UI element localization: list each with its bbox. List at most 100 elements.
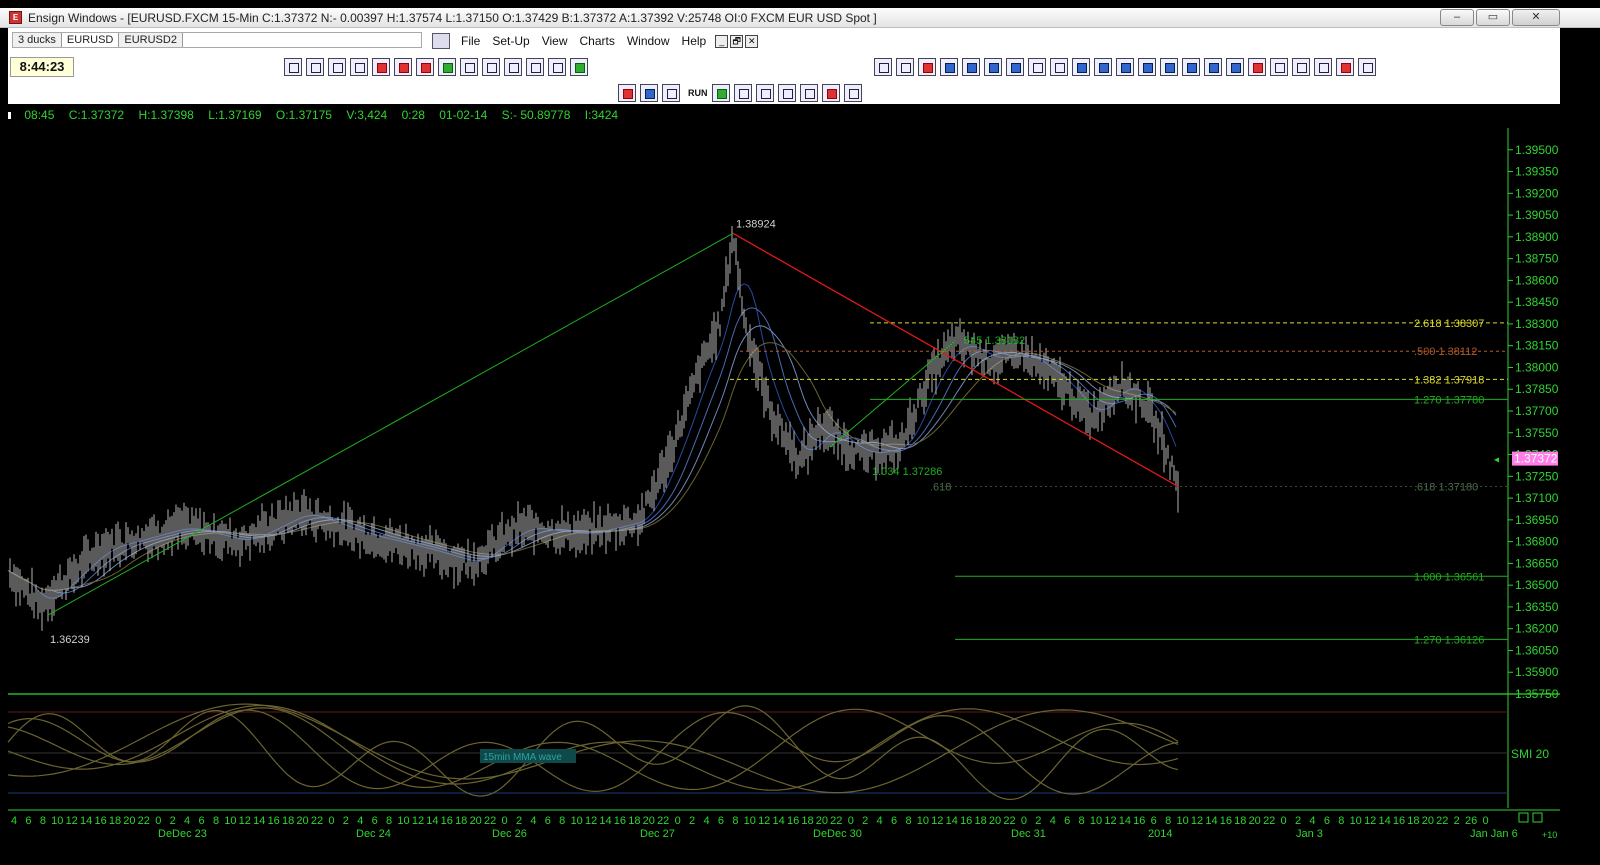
price-tick-label: 1.39500 <box>1515 143 1559 157</box>
time-tick-label: 14 <box>80 815 92 827</box>
swing-down-line <box>732 232 1179 488</box>
time-tick-label: 12 <box>412 815 424 827</box>
time-tick-label: 16 <box>1393 815 1405 827</box>
time-tick-label: 22 <box>311 815 323 827</box>
time-tick-label: 2 <box>1035 815 1041 827</box>
price-tick-label: 1.36500 <box>1515 578 1559 592</box>
time-tick-label: 16 <box>441 815 453 827</box>
time-tick-label: 0 <box>328 815 334 827</box>
retracement-label: 1.034 1.37286 <box>872 466 942 478</box>
price-tick-label: 1.36950 <box>1515 513 1559 527</box>
time-tick-label: 18 <box>801 815 813 827</box>
price-tick-label: 1.39200 <box>1515 186 1559 200</box>
zoom-box-icon <box>1518 812 1529 823</box>
app-window: E Ensign Windows - [EURUSD.FXCM 15-Min C… <box>0 0 1600 865</box>
time-tick-label: 6 <box>891 815 897 827</box>
time-tick-label: 10 <box>744 815 756 827</box>
fib-level-label: 2.618 1.38307 <box>1414 318 1484 330</box>
date-label: DeDec 30 <box>813 828 862 840</box>
time-tick-label: 10 <box>224 815 236 827</box>
price-tick-label: 1.38450 <box>1515 295 1559 309</box>
fib-level-label: .618 1.37180 <box>1414 481 1478 493</box>
date-label: Dec 27 <box>640 828 675 840</box>
swing-high-label: 1.38924 <box>736 218 776 230</box>
price-tick-label: 1.37850 <box>1515 382 1559 396</box>
time-tick-label: 12 <box>66 815 78 827</box>
indicator-label: SMI 20 <box>1511 747 1549 761</box>
time-tick-label: 14 <box>1205 815 1217 827</box>
date-label: DeDec 23 <box>158 828 207 840</box>
time-tick-label: 18 <box>1234 815 1246 827</box>
price-tick-label: 1.38750 <box>1515 252 1559 266</box>
time-tick-label: 2 <box>170 815 176 827</box>
time-tick-label: 14 <box>253 815 265 827</box>
time-tick-label: 4 <box>11 815 17 827</box>
price-tick-label: 1.39350 <box>1515 165 1559 179</box>
time-tick-label: 4 <box>1050 815 1056 827</box>
time-tick-label: 0 <box>1483 815 1489 827</box>
time-tick-label: 10 <box>1090 815 1102 827</box>
time-tick-label: 18 <box>974 815 986 827</box>
time-tick-label: 12 <box>1191 815 1203 827</box>
time-tick-label: 8 <box>1079 815 1085 827</box>
time-tick-label: 16 <box>1220 815 1232 827</box>
swing-low-label: 1.36239 <box>50 634 90 646</box>
time-tick-label: 4 <box>184 815 190 827</box>
time-tick-label: 22 <box>830 815 842 827</box>
time-tick-label: 8 <box>386 815 392 827</box>
time-tick-label: 14 <box>1119 815 1131 827</box>
date-label: Dec 31 <box>1011 828 1046 840</box>
time-tick-label: 6 <box>1064 815 1070 827</box>
price-bars <box>9 226 1179 631</box>
date-label: 2014 <box>1148 828 1172 840</box>
time-tick-label: 8 <box>1165 815 1171 827</box>
time-tick-label: 14 <box>599 815 611 827</box>
time-tick-label: 18 <box>1407 815 1419 827</box>
time-tick-label: 12 <box>758 815 770 827</box>
time-tick-label: 14 <box>1378 815 1390 827</box>
time-tick-label: 12 <box>1364 815 1376 827</box>
time-tick-label: 2 <box>343 815 349 827</box>
price-tick-label: 1.38000 <box>1515 360 1559 374</box>
fib-level-label: 1.382 1.37918 <box>1414 374 1484 386</box>
time-scale-label: +10 <box>1542 830 1557 840</box>
price-tick-label: 1.37100 <box>1515 491 1559 505</box>
time-tick-label: 18 <box>282 815 294 827</box>
time-tick-label: 20 <box>816 815 828 827</box>
time-tick-label: 20 <box>470 815 482 827</box>
time-tick-label: 10 <box>1350 815 1362 827</box>
price-chart[interactable]: 1.39500 1.39350 1.39200 1.39050 1.38900 1.387… <box>0 0 1600 865</box>
time-tick-label: 10 <box>51 815 63 827</box>
time-tick-label: 16 <box>94 815 106 827</box>
time-tick-label: 6 <box>25 815 31 827</box>
swing-up-line <box>47 232 734 616</box>
time-tick-label: 12 <box>239 815 251 827</box>
retracement-label: .618 <box>930 481 951 493</box>
time-tick-label: 22 <box>1436 815 1448 827</box>
smi-line <box>7 709 1179 795</box>
time-tick-label: 6 <box>1324 815 1330 827</box>
date-label: Dec 24 <box>356 828 391 840</box>
time-tick-label: 0 <box>848 815 854 827</box>
time-tick-label: 22 <box>657 815 669 827</box>
time-tick-label: 10 <box>571 815 583 827</box>
time-tick-label: 18 <box>455 815 467 827</box>
time-tick-label: 6 <box>545 815 551 827</box>
time-tick-label: 8 <box>905 815 911 827</box>
time-tick-label: 6 <box>718 815 724 827</box>
time-tick-label: 8 <box>559 815 565 827</box>
current-price-label: 1.37372 <box>1514 452 1558 466</box>
time-tick-label: 8 <box>1338 815 1344 827</box>
time-tick-label: 12 <box>931 815 943 827</box>
time-tick-label: 0 <box>1281 815 1287 827</box>
time-tick-label: 26 <box>1465 815 1477 827</box>
price-tick-label: 1.39050 <box>1515 208 1559 222</box>
price-tick-label: 1.36350 <box>1515 600 1559 614</box>
fib-level-label: .500 1.38112 <box>1414 346 1477 358</box>
date-label: Dec 26 <box>492 828 527 840</box>
retracement-label: 545 1.38182 <box>964 335 1025 347</box>
time-tick-label: 6 <box>372 815 378 827</box>
time-tick-label: 20 <box>1422 815 1434 827</box>
time-tick-label: 20 <box>643 815 655 827</box>
time-tick-label: 14 <box>426 815 438 827</box>
